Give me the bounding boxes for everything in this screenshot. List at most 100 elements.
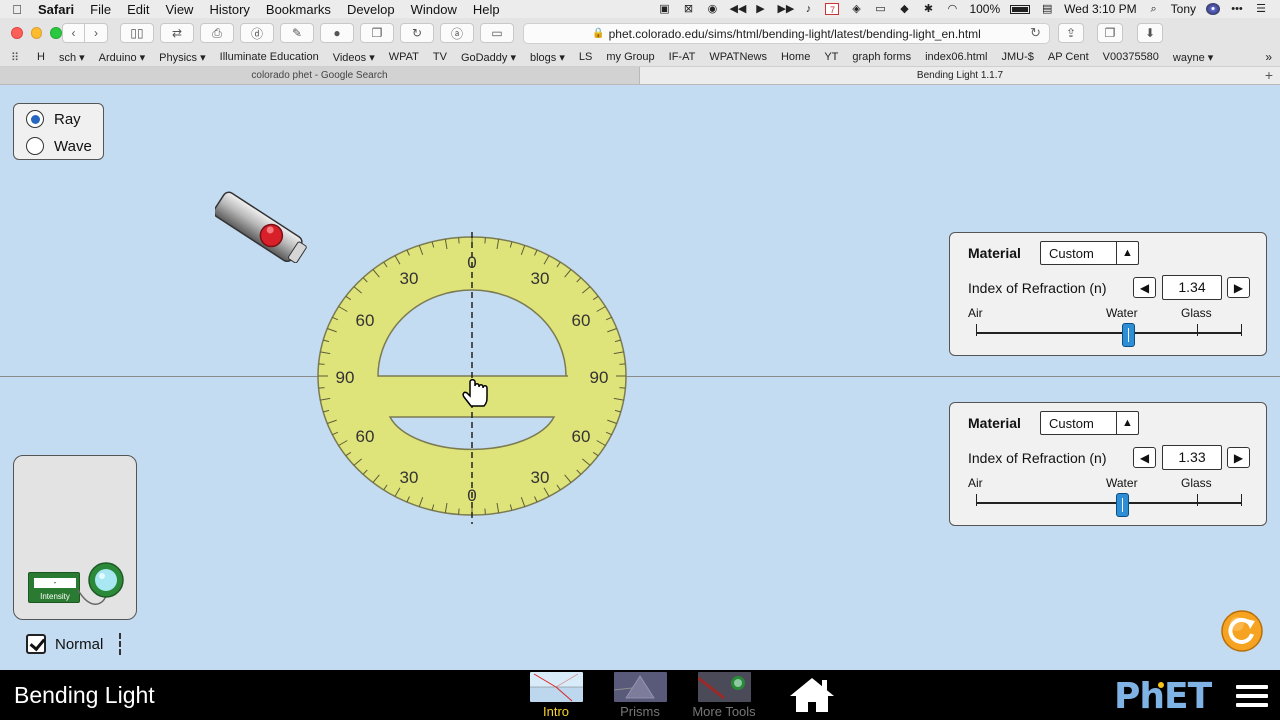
bookmark-item[interactable]: Physics ▾ bbox=[152, 51, 212, 64]
protractor[interactable]: 0 30 30 60 60 90 90 60 60 30 30 0 bbox=[312, 228, 632, 528]
bookmark-item[interactable]: Home bbox=[774, 51, 817, 63]
fast-forward-icon[interactable]: ▶▶ bbox=[777, 3, 794, 15]
ior-value[interactable]: 1.34 bbox=[1162, 275, 1222, 300]
bluetooth-icon[interactable]: ✱ bbox=[921, 3, 935, 15]
print-button[interactable]: ⎙ bbox=[200, 23, 234, 43]
reset-all-button[interactable] bbox=[1217, 610, 1267, 652]
bookmark-item[interactable]: AP Cent bbox=[1041, 51, 1096, 63]
bookmark-item[interactable]: Arduino ▾ bbox=[92, 51, 153, 64]
increase-ior-button[interactable]: ▶ bbox=[1227, 447, 1250, 468]
tab-google-search[interactable]: colorado phet - Google Search bbox=[0, 67, 640, 84]
block-icon[interactable]: ⊠ bbox=[681, 3, 695, 15]
forward-button[interactable]: › bbox=[85, 23, 108, 43]
ior-value[interactable]: 1.33 bbox=[1162, 445, 1222, 470]
bookmark-item[interactable]: my Group bbox=[599, 51, 661, 63]
normal-toggle[interactable]: Normal bbox=[26, 633, 122, 655]
menu-file[interactable]: File bbox=[82, 2, 119, 17]
menu-window[interactable]: Window bbox=[403, 2, 465, 17]
bookmark-item[interactable]: sch ▾ bbox=[52, 51, 92, 64]
siri-icon[interactable]: • bbox=[1206, 3, 1220, 15]
wifi-icon[interactable]: ◠ bbox=[945, 3, 959, 15]
combo-arrow-icon[interactable]: ▲ bbox=[1116, 412, 1138, 434]
top-material-combo[interactable]: Custom ▲ bbox=[1040, 241, 1139, 265]
user-name[interactable]: Tony bbox=[1171, 2, 1196, 16]
bookmark-item[interactable]: GoDaddy ▾ bbox=[454, 51, 523, 64]
bookmark-item[interactable]: H bbox=[30, 51, 52, 63]
wave-option[interactable]: Wave bbox=[26, 137, 92, 155]
close-window-button[interactable] bbox=[11, 27, 23, 39]
clock[interactable]: Wed 3:10 PM bbox=[1064, 2, 1136, 16]
new-tab-button[interactable]: + bbox=[1258, 67, 1280, 84]
airplay-icon[interactable]: ◈ bbox=[849, 3, 863, 15]
eye-icon[interactable]: ◉ bbox=[705, 3, 719, 15]
extension-d-button[interactable]: ⓓ bbox=[240, 23, 274, 43]
minimize-window-button[interactable] bbox=[30, 27, 43, 39]
menu-bookmarks[interactable]: Bookmarks bbox=[258, 2, 339, 17]
extension-refresh-button[interactable]: ↻ bbox=[400, 23, 434, 43]
reload-icon[interactable]: ↻ bbox=[1030, 25, 1041, 41]
bookmark-item[interactable]: IF-AT bbox=[662, 51, 703, 63]
ior-slider-track[interactable] bbox=[976, 332, 1242, 334]
extension-screen-button[interactable]: ▭ bbox=[480, 23, 514, 43]
menu-app-safari[interactable]: Safari bbox=[34, 2, 82, 17]
network-icon-button[interactable]: ⇄ bbox=[160, 23, 194, 43]
bookmark-item[interactable]: LS bbox=[572, 51, 599, 63]
bookmark-item[interactable]: graph forms bbox=[845, 51, 918, 63]
ior-slider-track[interactable] bbox=[976, 502, 1242, 504]
intensity-meter-tool[interactable]: - Intensity bbox=[28, 572, 80, 603]
apple-menu-icon[interactable]:  bbox=[0, 2, 34, 17]
dropbox-icon[interactable]: ◆ bbox=[897, 3, 911, 15]
screen-intro-button[interactable]: Intro bbox=[522, 672, 590, 719]
bookmark-item[interactable]: TV bbox=[426, 51, 454, 63]
ray-radio[interactable] bbox=[26, 110, 44, 128]
spotlight-icon[interactable]: ⌕ bbox=[1147, 3, 1161, 15]
bottom-material-combo[interactable]: Custom ▲ bbox=[1040, 411, 1139, 435]
keyboard-icon[interactable]: ▤ bbox=[1040, 3, 1054, 15]
zoom-window-button[interactable] bbox=[50, 27, 63, 39]
downloads-button[interactable]: ⬇ bbox=[1137, 23, 1163, 43]
intensity-probe-icon[interactable] bbox=[76, 560, 134, 608]
extension-a-button[interactable]: ⓐ bbox=[440, 23, 474, 43]
screen-record-icon[interactable]: ▣ bbox=[657, 3, 671, 15]
bookmark-item[interactable]: Illuminate Education bbox=[213, 51, 326, 63]
battery-icon[interactable] bbox=[1010, 4, 1031, 14]
more-bookmarks-icon[interactable]: » bbox=[1265, 50, 1280, 64]
decrease-ior-button[interactable]: ◀ bbox=[1133, 447, 1156, 468]
play-icon[interactable]: ▶ bbox=[753, 3, 767, 15]
extension-pen-button[interactable]: ✎ bbox=[280, 23, 314, 43]
decrease-ior-button[interactable]: ◀ bbox=[1133, 277, 1156, 298]
bookmark-item[interactable]: JMU-$ bbox=[994, 51, 1040, 63]
screen-prisms-button[interactable]: Prisms bbox=[606, 672, 674, 719]
phet-menu-icon[interactable] bbox=[1236, 685, 1268, 707]
menu-history[interactable]: History bbox=[201, 2, 257, 17]
calendar-icon[interactable]: 7 bbox=[825, 3, 840, 15]
notification-center-icon[interactable]: ☰ bbox=[1254, 3, 1268, 15]
show-all-bookmarks-icon[interactable]: ⠿ bbox=[0, 51, 30, 64]
home-icon[interactable] bbox=[788, 676, 836, 714]
bookmark-item[interactable]: WPATNews bbox=[702, 51, 774, 63]
tab-bending-light[interactable]: Bending Light 1.1.7 bbox=[640, 67, 1280, 84]
back-button[interactable]: ‹ bbox=[62, 23, 85, 43]
extension-circle-button[interactable]: ● bbox=[320, 23, 354, 43]
bookmark-item[interactable]: YT bbox=[817, 51, 845, 63]
normal-checkbox[interactable] bbox=[26, 634, 46, 654]
extension-pages-button[interactable]: ❐ bbox=[360, 23, 394, 43]
bookmark-item[interactable]: Videos ▾ bbox=[326, 51, 382, 64]
sidebar-toggle-button[interactable]: ▯▯ bbox=[120, 23, 154, 43]
bookmark-item[interactable]: V00375580 bbox=[1096, 51, 1166, 63]
bookmark-item[interactable]: blogs ▾ bbox=[523, 51, 572, 64]
ior-slider-thumb[interactable] bbox=[1121, 323, 1135, 347]
phet-logo[interactable]: PhET bbox=[1114, 676, 1222, 714]
bookmark-item[interactable]: index06.html bbox=[918, 51, 994, 63]
menu-edit[interactable]: Edit bbox=[119, 2, 157, 17]
rewind-icon[interactable]: ◀◀ bbox=[729, 3, 746, 15]
screen-more-tools-button[interactable]: More Tools bbox=[690, 672, 758, 719]
wave-radio[interactable] bbox=[26, 137, 44, 155]
address-bar[interactable]: 🔒 phet.colorado.edu/sims/html/bending-li… bbox=[523, 23, 1050, 44]
bookmark-item[interactable]: WPAT bbox=[382, 51, 426, 63]
combo-arrow-icon[interactable]: ▲ bbox=[1116, 242, 1138, 264]
display-icon[interactable]: ▭ bbox=[873, 3, 887, 15]
menu-view[interactable]: View bbox=[158, 2, 202, 17]
menu-help[interactable]: Help bbox=[465, 2, 508, 17]
bookmark-item[interactable]: wayne ▾ bbox=[1166, 51, 1220, 64]
